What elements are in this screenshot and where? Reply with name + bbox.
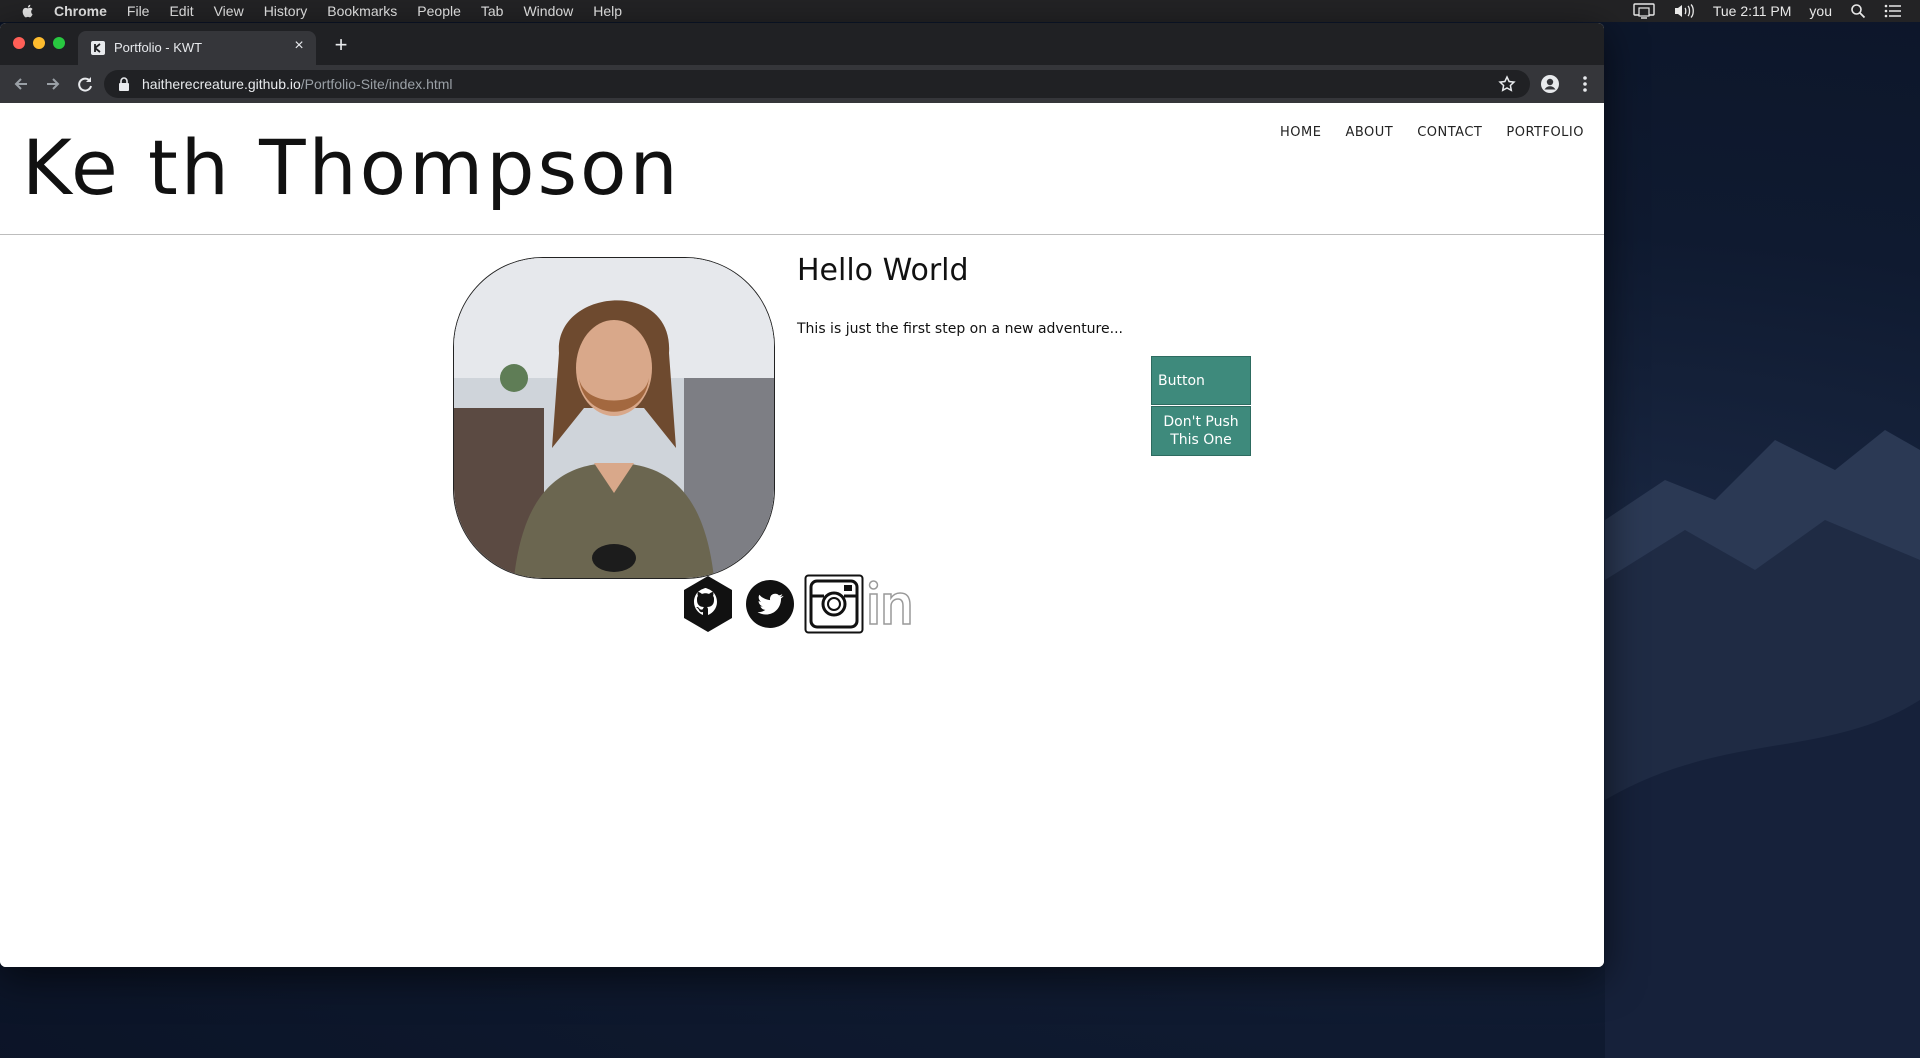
zoom-window-button[interactable] (53, 37, 65, 49)
desktop-wallpaper-mountains (1605, 430, 1920, 1058)
tab-title: Portfolio - KWT (114, 40, 203, 55)
menu-tab[interactable]: Tab (481, 3, 504, 19)
menu-help[interactable]: Help (593, 3, 622, 19)
browser-window: Portfolio - KWT × + haitherecreature.git… (0, 23, 1604, 967)
minimize-window-button[interactable] (33, 37, 45, 49)
lock-icon[interactable] (118, 77, 130, 91)
primary-button[interactable]: Button (1151, 356, 1251, 405)
browser-toolbar: haitherecreature.github.io/Portfolio-Sit… (0, 65, 1604, 103)
nav-about[interactable]: ABOUT (1345, 125, 1393, 140)
site-favicon-icon (91, 41, 105, 55)
clock[interactable]: Tue 2:11 PM (1713, 3, 1792, 19)
forward-arrow-icon[interactable] (42, 73, 64, 95)
tab-strip: Portfolio - KWT × + (0, 23, 1604, 65)
bookmark-star-icon[interactable] (1498, 75, 1516, 93)
menu-window[interactable]: Window (523, 3, 573, 19)
volume-icon[interactable] (1673, 3, 1695, 19)
more-menu-icon[interactable] (1576, 74, 1594, 94)
close-tab-icon[interactable]: × (290, 37, 308, 55)
browser-tab[interactable]: Portfolio - KWT × (78, 31, 316, 65)
display-mirroring-icon[interactable] (1633, 3, 1655, 19)
profile-photo (453, 257, 775, 579)
menu-edit[interactable]: Edit (169, 3, 193, 19)
header-divider (0, 234, 1604, 235)
github-icon[interactable] (678, 574, 738, 634)
new-tab-button[interactable]: + (330, 34, 352, 57)
close-window-button[interactable] (13, 37, 25, 49)
site-nav: HOME ABOUT CONTACT PORTFOLIO (1256, 125, 1584, 140)
intro-text: This is just the first step on a new adv… (797, 321, 1123, 337)
twitter-icon[interactable] (740, 574, 800, 634)
address-bar[interactable]: haitherecreature.github.io/Portfolio-Sit… (104, 70, 1530, 98)
menu-app-chrome[interactable]: Chrome (54, 3, 107, 19)
url-host: haitherecreature.github.io (142, 76, 301, 92)
user-name[interactable]: you (1809, 3, 1832, 19)
back-arrow-icon[interactable] (10, 73, 32, 95)
reload-icon[interactable] (74, 73, 96, 95)
spotlight-search-icon[interactable] (1850, 3, 1866, 19)
dont-push-line1: Don't Push (1163, 414, 1239, 430)
nav-contact[interactable]: CONTACT (1417, 125, 1482, 140)
notification-center-icon[interactable] (1884, 4, 1902, 18)
menu-bookmarks[interactable]: Bookmarks (327, 3, 397, 19)
profile-avatar-icon[interactable] (1540, 74, 1560, 94)
url-path: /Portfolio-Site/index.html (300, 76, 453, 92)
instagram-icon[interactable] (804, 574, 864, 634)
nav-portfolio[interactable]: PORTFOLIO (1506, 125, 1584, 140)
macos-menu-bar: Chrome File Edit View History Bookmarks … (0, 0, 1920, 22)
apple-logo-icon[interactable] (20, 3, 36, 19)
nav-home[interactable]: HOME (1280, 125, 1321, 140)
url-text[interactable]: haitherecreature.github.io/Portfolio-Sit… (142, 76, 453, 92)
dont-push-button[interactable]: Don't Push This One (1151, 406, 1251, 456)
menu-people[interactable]: People (417, 3, 461, 19)
menu-history[interactable]: History (264, 3, 308, 19)
menu-extras: Tue 2:11 PM you (1633, 0, 1920, 22)
dont-push-line2: This One (1170, 432, 1232, 448)
menu-view[interactable]: View (214, 3, 244, 19)
linkedin-icon[interactable] (866, 574, 926, 634)
hello-heading: Hello World (797, 253, 969, 288)
site-title: Ke th Thompson (22, 123, 681, 212)
menu-file[interactable]: File (127, 3, 150, 19)
web-page: Ke th Thompson HOME ABOUT CONTACT PORTFO… (0, 103, 1604, 967)
